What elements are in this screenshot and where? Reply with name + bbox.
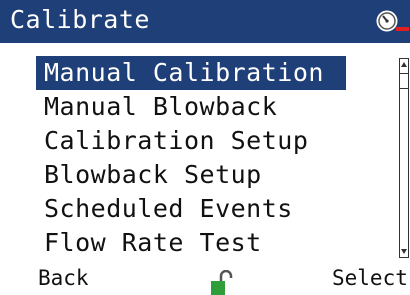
menu-scrollbar[interactable] [399, 58, 409, 258]
gauge-alarm-icon [376, 10, 409, 32]
title-bar: Calibrate [0, 0, 410, 43]
calibrate-menu: Manual Calibration Manual Blowback Calib… [36, 56, 346, 260]
menu-item-scheduled-events[interactable]: Scheduled Events [36, 192, 346, 226]
menu-item-manual-blowback[interactable]: Manual Blowback [36, 90, 346, 124]
scroll-up-arrow-icon[interactable] [400, 61, 408, 69]
menu-item-manual-calibration[interactable]: Manual Calibration [36, 56, 346, 90]
menu-item-calibration-setup[interactable]: Calibration Setup [36, 124, 346, 158]
menu-item-flow-rate-test[interactable]: Flow Rate Test [36, 226, 346, 260]
back-softkey[interactable]: Back [38, 266, 89, 290]
menu-item-blowback-setup[interactable]: Blowback Setup [36, 158, 346, 192]
scroll-down-arrow-icon[interactable] [400, 247, 408, 255]
scroll-thumb[interactable] [400, 73, 408, 89]
unlocked-padlock-icon [211, 270, 233, 295]
select-softkey[interactable]: Select [332, 266, 408, 290]
screen-title: Calibrate [10, 5, 150, 34]
